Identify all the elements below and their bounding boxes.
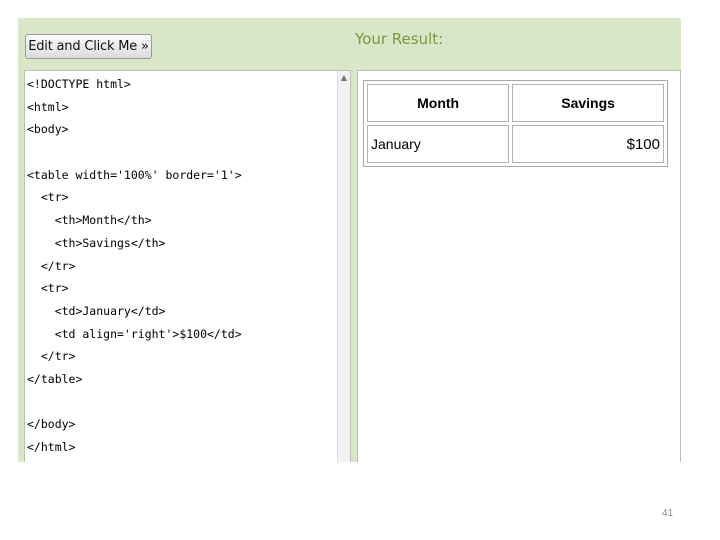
edit-and-click-button[interactable]: Edit and Click Me » [25,34,152,59]
code-line: <td align='right'>$100</td> [27,326,242,341]
code-line: <!DOCTYPE html> [27,77,131,91]
table-row: January $100 [367,125,664,163]
code-scrollbar[interactable]: ▲ [337,71,350,462]
result-pane: Month Savings January $100 [357,70,681,462]
code-line: </body> [27,417,76,432]
code-line: </tr> [27,349,76,364]
code-line: <th>Savings</th> [27,235,166,250]
code-line: </html> [27,440,76,454]
cell-month: January [367,125,510,163]
code-line: <body> [27,122,69,137]
code-line: <td>January</td> [27,303,166,318]
code-line: <table width='100%' border='1'> [27,167,242,182]
code-line: <tr> [27,190,69,205]
code-line: </tr> [27,258,76,273]
result-table: Month Savings January $100 [363,80,668,167]
scroll-up-arrow-icon[interactable]: ▲ [338,71,350,85]
code-line: <html> [27,99,69,114]
cell-savings: $100 [512,125,664,163]
top-bar: Edit and Click Me » Your Result: [18,18,681,68]
code-line: </table> [27,371,83,386]
page-number: 41 [662,508,674,519]
table-header-row: Month Savings [367,84,664,122]
result-title: Your Result: [355,30,444,48]
code-line: <th>Month</th> [27,213,152,228]
code-line: <tr> [27,281,69,296]
column-header-savings: Savings [512,84,664,122]
code-lines[interactable]: <!DOCTYPE html> <html> <body> <table wid… [27,73,339,459]
column-header-month: Month [367,84,510,122]
code-editor[interactable]: <!DOCTYPE html> <html> <body> <table wid… [24,70,351,462]
try-it-frame: Edit and Click Me » Your Result: <!DOCTY… [18,18,681,462]
